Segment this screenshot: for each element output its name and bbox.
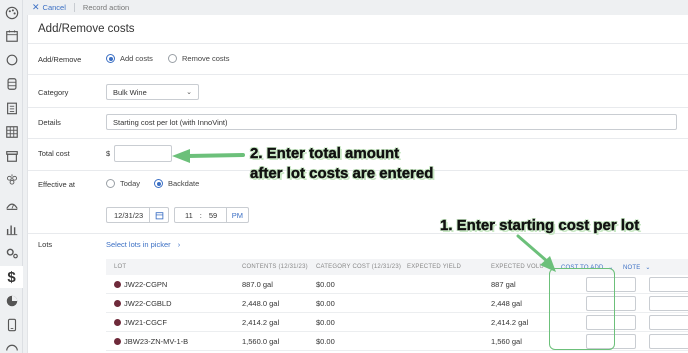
category-cost-cell: $0.00	[316, 280, 335, 289]
grid-icon[interactable]	[3, 123, 20, 140]
record-action-label: Record action	[82, 3, 130, 12]
expected-volume-cell: 1,560 gal	[491, 337, 522, 346]
backdate-radio[interactable]: Backdate	[154, 179, 199, 188]
currency-symbol: $	[106, 149, 111, 158]
radio-selected-icon	[106, 54, 115, 63]
total-cost-label: Total cost	[38, 149, 70, 158]
category-label: Category	[38, 88, 69, 97]
divider	[28, 138, 688, 139]
radio-unselected-icon	[168, 54, 177, 63]
scale-icon[interactable]	[3, 196, 20, 213]
lot-link[interactable]: JW22-CGBLD	[124, 299, 172, 308]
lot-color-dot	[114, 319, 121, 326]
select-lots-link[interactable]: Select lots in picker ›	[106, 240, 180, 249]
lot-color-dot	[114, 338, 121, 345]
category-cost-cell: $0.00	[316, 337, 335, 346]
note-input[interactable]	[649, 296, 688, 311]
remove-costs-label: Remove costs	[182, 54, 230, 63]
col-expected-yield: EXPECTED YIELD	[407, 264, 462, 270]
today-label: Today	[120, 179, 141, 188]
hour-field[interactable]: 11	[175, 211, 193, 220]
calendar-icon[interactable]	[3, 27, 20, 44]
date-input[interactable]: 12/31/23	[106, 207, 169, 223]
note-header-label: NOTE	[623, 265, 641, 271]
palette-icon[interactable]	[3, 4, 20, 21]
radio-unselected-icon	[106, 179, 115, 188]
expected-volume-cell: 2,448 gal	[491, 299, 522, 308]
lots-label: Lots	[38, 240, 53, 249]
clipboard-icon[interactable]	[3, 99, 20, 116]
category-cost-cell: $0.00	[316, 299, 335, 308]
calendar-icon[interactable]	[149, 208, 168, 222]
expected-volume-cell: 2,414.2 gal	[491, 318, 529, 327]
col-contents: CONTENTS (12/31/23)	[242, 264, 308, 270]
annotation-step1: 1. Enter starting cost per lot	[440, 217, 640, 234]
time-input[interactable]: 11 : 59 PM	[174, 207, 249, 223]
contents-cell: 887.0 gal	[242, 280, 273, 289]
date-value: 12/31/23	[114, 210, 144, 220]
details-input[interactable]: Starting cost per lot (with InnoVint)	[106, 114, 677, 130]
add-costs-label: Add costs	[120, 54, 153, 63]
lot-color-dot	[114, 281, 121, 288]
dollar-icon[interactable]: $	[0, 266, 23, 288]
cost-to-add-highlight	[549, 268, 615, 350]
expected-volume-cell: 887 gal	[491, 280, 516, 289]
settings-icon[interactable]	[3, 244, 20, 261]
cancel-label: Cancel	[42, 3, 66, 12]
note-input[interactable]	[649, 315, 688, 330]
vineyard-icon[interactable]	[3, 171, 20, 188]
divider	[28, 74, 688, 75]
note-input[interactable]	[649, 277, 688, 292]
contents-cell: 2,448.0 gal	[242, 299, 280, 308]
time-colon: :	[199, 210, 202, 220]
col-expected-volume: EXPECTED VOLU	[491, 264, 544, 270]
chevron-down-icon: ⌄	[645, 265, 651, 271]
lot-link[interactable]: JW21-CGCF	[124, 318, 167, 327]
lot-link[interactable]: JBW23-ZN-MV-1-B	[124, 337, 188, 346]
contents-cell: 2,414.2 gal	[242, 318, 280, 327]
select-lots-label: Select lots in picker	[106, 240, 171, 249]
close-icon: ✕	[32, 2, 40, 12]
category-cost-cell: $0.00	[316, 318, 335, 327]
add-costs-radio[interactable]: Add costs	[106, 54, 153, 63]
backdate-label: Backdate	[168, 179, 200, 188]
col-note[interactable]: NOTE ⌄	[623, 264, 651, 271]
total-cost-input[interactable]	[114, 145, 172, 162]
minute-field[interactable]: 59	[202, 211, 217, 220]
pie-chart-icon[interactable]	[3, 292, 20, 309]
sidebar: $	[0, 0, 23, 353]
add-remove-label: Add/Remove	[38, 55, 82, 64]
gauge-icon[interactable]	[3, 338, 20, 353]
divider	[28, 107, 688, 108]
annotation-step2-line2: after lot costs are entered	[250, 165, 434, 182]
category-value: Bulk Wine	[113, 87, 147, 97]
divider	[28, 43, 688, 44]
barrel-icon[interactable]	[3, 75, 20, 92]
ampm-toggle[interactable]: PM	[225, 208, 248, 222]
archive-icon[interactable]	[3, 147, 20, 164]
details-label: Details	[38, 118, 61, 127]
today-radio[interactable]: Today	[106, 179, 140, 188]
details-value: Starting cost per lot (with InnoVint)	[113, 117, 228, 127]
cancel-button[interactable]: ✕ Cancel	[32, 2, 66, 13]
category-select[interactable]: Bulk Wine ⌄	[106, 84, 199, 100]
chevron-right-icon: ›	[177, 240, 181, 249]
top-bar: ✕ Cancel Record action	[23, 0, 688, 15]
divider	[73, 3, 75, 12]
radio-selected-icon	[154, 179, 163, 188]
col-category-cost: CATEGORY COST (12/31/23)	[316, 264, 402, 270]
annotation-step2-line1: 2. Enter total amount	[250, 145, 400, 162]
phone-icon[interactable]	[3, 316, 20, 333]
col-lot: LOT	[114, 264, 127, 270]
lot-link[interactable]: JW22-CGPN	[124, 280, 167, 289]
chevron-down-icon: ⌄	[186, 89, 192, 96]
remove-costs-radio[interactable]: Remove costs	[168, 54, 230, 63]
note-input[interactable]	[649, 334, 688, 349]
effective-at-label: Effective at	[38, 180, 75, 189]
lot-color-dot	[114, 300, 121, 307]
page-title: Add/Remove costs	[38, 23, 135, 35]
circle-icon[interactable]	[3, 51, 20, 68]
bar-chart-icon[interactable]	[3, 220, 20, 237]
contents-cell: 1,560.0 gal	[242, 337, 280, 346]
